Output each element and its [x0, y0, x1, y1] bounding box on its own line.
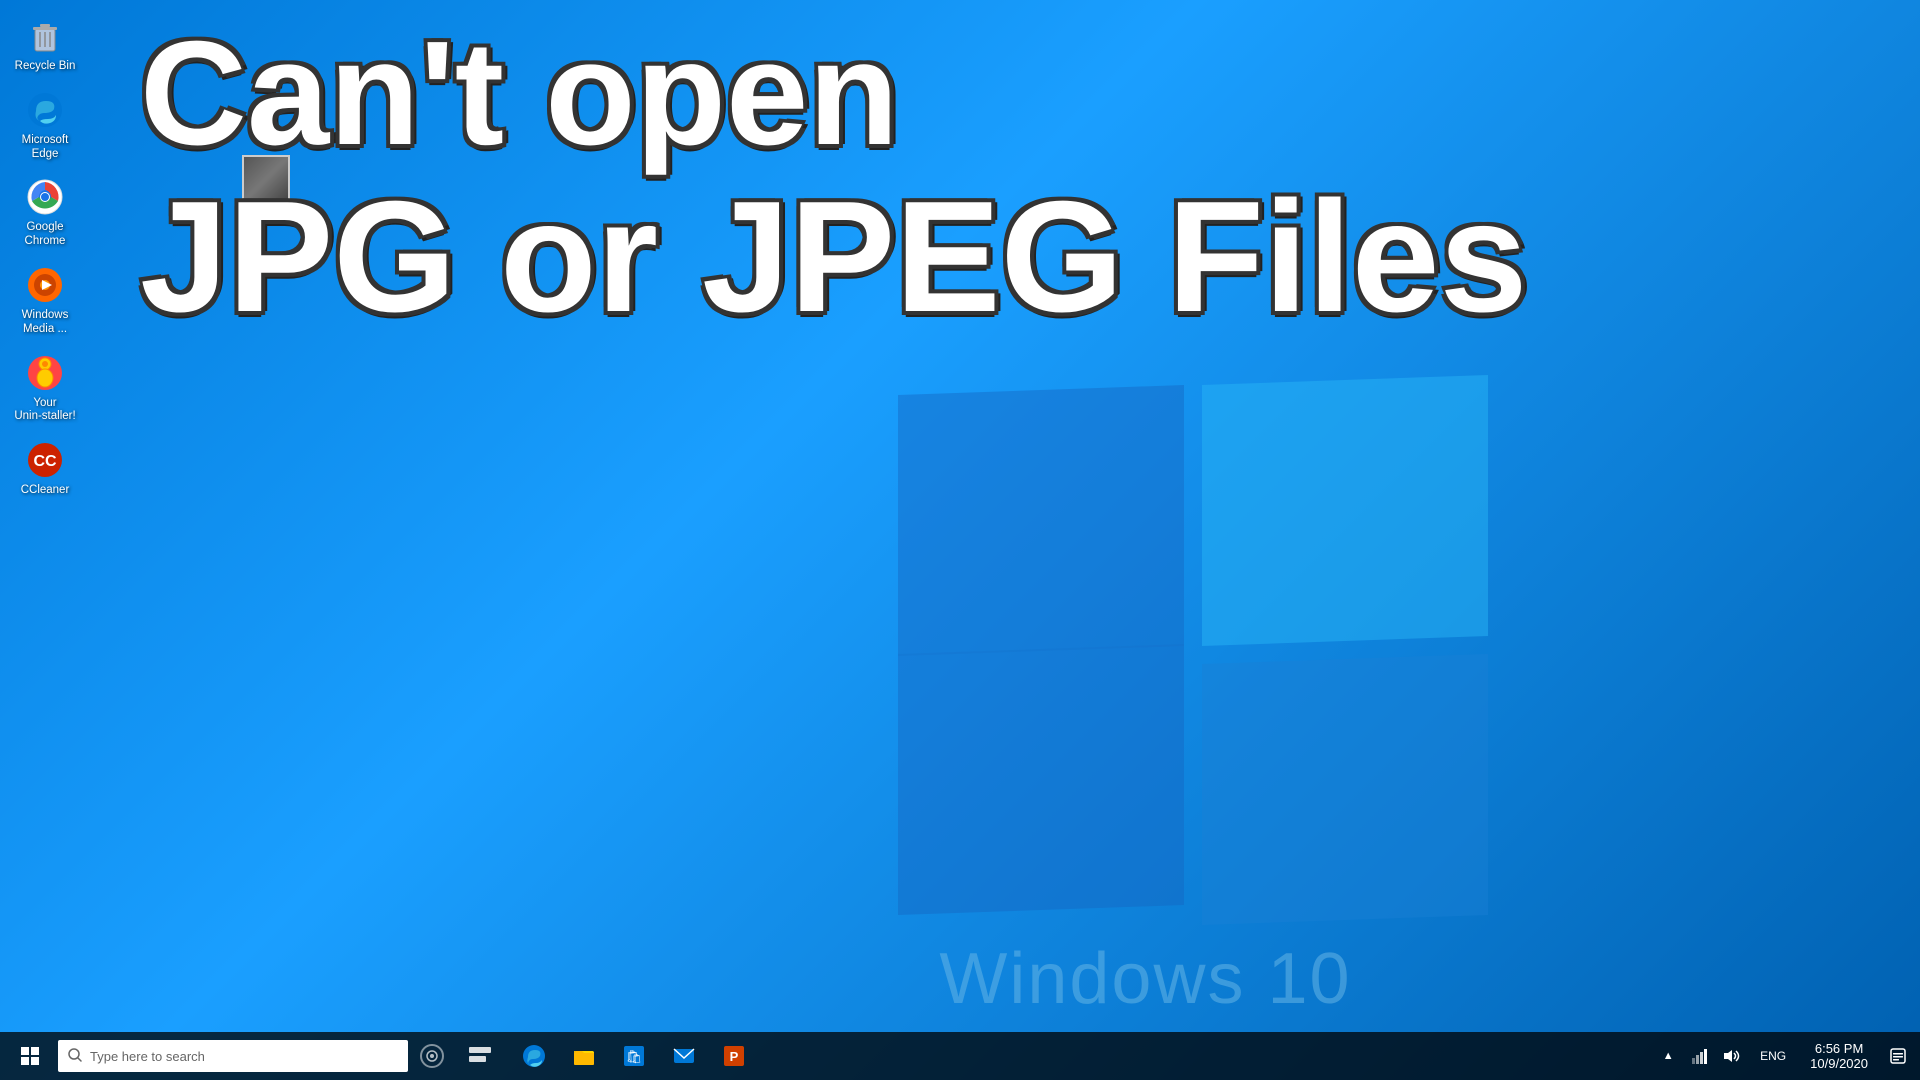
ccleaner-label: CCleaner [21, 484, 70, 498]
action-center-icon [1890, 1048, 1906, 1064]
taskbar-mail-button[interactable] [660, 1032, 708, 1080]
headline-overlay: Can't open JPG or JPEG Files [140, 20, 1880, 336]
recycle-bin-icon [25, 16, 65, 56]
action-center-button[interactable] [1882, 1032, 1914, 1080]
network-icon [1692, 1048, 1708, 1064]
taskbar-powerpoint-icon: P [722, 1044, 746, 1068]
svg-text:🛍: 🛍 [626, 1049, 643, 1064]
edge-icon [25, 90, 65, 130]
system-tray: ▲ ENG 6:56 PM 10/9/2020 [1654, 1032, 1914, 1080]
cortana-button[interactable] [408, 1032, 456, 1080]
volume-icon-button[interactable] [1718, 1036, 1746, 1076]
headline-line2: JPG or JPEG Files [140, 178, 1880, 336]
test-jpg-thumbnail [242, 155, 290, 203]
volume-icon [1723, 1048, 1741, 1064]
chrome-icon [25, 177, 65, 217]
windows-media-icon [25, 265, 65, 305]
uninstaller-label: YourUnin-staller! [14, 397, 75, 425]
search-placeholder-text: Type here to search [90, 1049, 205, 1064]
clock-button[interactable]: 6:56 PM 10/9/2020 [1800, 1032, 1878, 1080]
svg-text:CC: CC [33, 453, 57, 470]
desktop-icons-column: Recycle Bin MicrosoftEdge [10, 10, 80, 504]
clock-date: 10/9/2020 [1810, 1056, 1868, 1071]
taskbar: Type here to search [0, 1032, 1920, 1080]
windows10-watermark: Windows 10 [939, 938, 1351, 1020]
taskbar-file-explorer-icon [572, 1044, 596, 1068]
language-button[interactable]: ENG [1750, 1036, 1796, 1076]
language-label: ENG [1756, 1049, 1790, 1063]
taskbar-powerpoint-button[interactable]: P [710, 1032, 758, 1080]
start-button[interactable] [6, 1032, 54, 1080]
search-icon [68, 1048, 82, 1065]
taskbar-store-button[interactable]: 🛍 [610, 1032, 658, 1080]
uninstaller-icon [25, 353, 65, 393]
desktop-icon-windows-media[interactable]: WindowsMedia ... [10, 259, 80, 343]
desktop-file-test-jpg[interactable]: Test-JPG [230, 155, 302, 218]
taskbar-edge-icon [522, 1044, 546, 1068]
edge-label: MicrosoftEdge [22, 134, 69, 162]
windows-media-label: WindowsMedia ... [22, 309, 69, 337]
windows-start-icon [21, 1047, 39, 1065]
headline-line1: Can't open [140, 20, 1880, 168]
task-view-icon [469, 1047, 491, 1065]
clock-time: 6:56 PM [1815, 1041, 1863, 1056]
svg-text:P: P [730, 1049, 739, 1064]
desktop-icon-ccleaner[interactable]: CC CCleaner [10, 434, 80, 504]
taskbar-pinned-apps: 🛍 P [510, 1032, 758, 1080]
search-bar[interactable]: Type here to search [58, 1040, 408, 1072]
ccleaner-icon: CC [25, 440, 65, 480]
desktop-icon-uninstaller[interactable]: YourUnin-staller! [10, 347, 80, 431]
network-icon-button[interactable] [1686, 1036, 1714, 1076]
taskbar-edge-button[interactable] [510, 1032, 558, 1080]
task-view-button[interactable] [456, 1032, 504, 1080]
taskbar-mail-icon [672, 1044, 696, 1068]
taskbar-file-explorer-button[interactable] [560, 1032, 608, 1080]
windows-logo-background [898, 380, 1518, 960]
desktop-icon-recycle-bin[interactable]: Recycle Bin [10, 10, 80, 80]
chevron-up-icon: ▲ [1663, 1050, 1674, 1062]
show-hidden-icons-button[interactable]: ▲ [1654, 1036, 1682, 1076]
desktop-icon-edge[interactable]: MicrosoftEdge [10, 84, 80, 168]
chrome-label: GoogleChrome [25, 221, 66, 249]
recycle-bin-label: Recycle Bin [15, 60, 76, 74]
cortana-icon [420, 1044, 444, 1068]
desktop-icon-chrome[interactable]: GoogleChrome [10, 171, 80, 255]
taskbar-store-icon: 🛍 [622, 1044, 646, 1068]
test-jpg-label: Test-JPG [243, 206, 288, 218]
